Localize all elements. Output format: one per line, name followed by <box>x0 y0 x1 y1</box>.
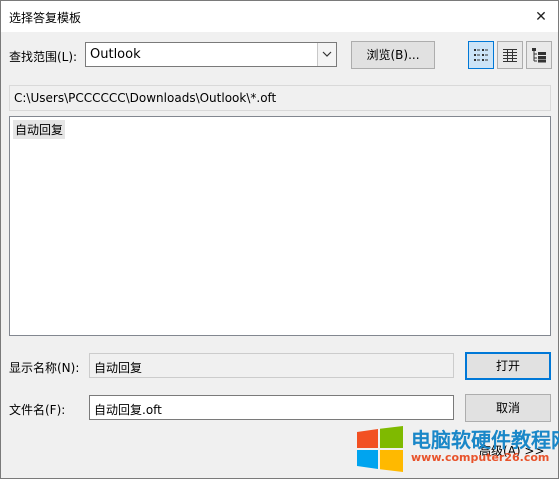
open-button[interactable]: 打开 <box>465 352 551 380</box>
path-text: C:\Users\PCCCCCC\Downloads\Outlook\*.oft <box>14 91 277 105</box>
file-name-label: 文件名(F): <box>9 403 66 417</box>
watermark: 电脑软硬件教程网 www.computer26.com <box>355 420 559 476</box>
close-button[interactable]: ✕ <box>530 6 552 28</box>
lookin-label: 查找范围(L): <box>9 50 78 64</box>
list-view-button[interactable] <box>468 41 494 69</box>
cancel-button[interactable]: 取消 <box>465 394 551 422</box>
display-name-field: 自动回复 <box>89 353 454 378</box>
title-bar: 选择答复模板 ✕ <box>1 1 558 32</box>
file-name-input[interactable]: 自动回复.oft <box>89 395 454 420</box>
window-title: 选择答复模板 <box>9 11 82 25</box>
details-view-button[interactable] <box>497 41 523 69</box>
dialog-window: 选择答复模板 ✕ 查找范围(L): Outlook 浏览(B)... C:\Us… <box>0 0 559 479</box>
display-name-label: 显示名称(N): <box>9 361 80 375</box>
watermark-url: www.computer26.com <box>411 451 550 464</box>
windows-logo-icon <box>355 426 405 475</box>
lookin-dropdown[interactable]: Outlook <box>85 42 337 67</box>
file-name-value: 自动回复.oft <box>94 403 162 417</box>
browse-button[interactable]: 浏览(B)... <box>351 41 435 69</box>
list-item[interactable]: 自动回复 <box>13 120 66 139</box>
display-name-value: 自动回复 <box>94 361 143 375</box>
tree-view-button[interactable] <box>526 41 552 69</box>
file-list[interactable]: 自动回复 <box>9 116 551 336</box>
watermark-title: 电脑软硬件教程网 <box>411 428 559 452</box>
chevron-down-icon[interactable] <box>317 43 336 66</box>
path-display: C:\Users\PCCCCCC\Downloads\Outlook\*.oft <box>9 85 551 111</box>
lookin-value: Outlook <box>90 47 141 62</box>
